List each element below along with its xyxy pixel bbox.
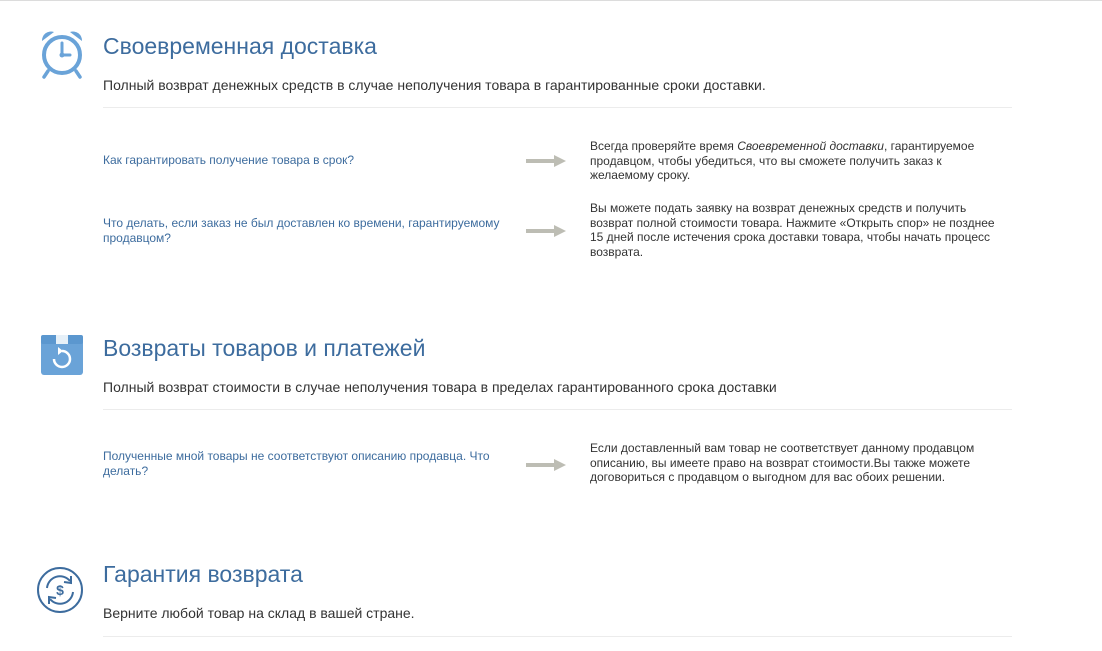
faq-answer-emphasis: Своевременной доставки bbox=[737, 139, 884, 153]
faq-answer: Всегда проверяйте время Своевременной до… bbox=[590, 139, 995, 183]
faq-answer-text: Всегда проверяйте время bbox=[590, 139, 738, 153]
section-divider bbox=[103, 107, 1012, 108]
arrow-right-icon bbox=[526, 154, 566, 167]
section-title: Возвраты товаров и платежей bbox=[103, 335, 426, 361]
arrow-right-icon bbox=[526, 458, 566, 471]
section-divider bbox=[103, 409, 1012, 410]
section-divider bbox=[103, 636, 1012, 637]
section-title: Своевременная доставка bbox=[103, 33, 377, 59]
faq-answer: Вы можете подать заявку на возврат денеж… bbox=[590, 201, 995, 259]
alarm-clock-icon bbox=[38, 28, 86, 79]
section-description: Полный возврат денежных средств в случае… bbox=[103, 77, 766, 93]
faq-question-link[interactable]: Полученные мной товары не соответствуют … bbox=[103, 449, 513, 479]
section-title: Гарантия возврата bbox=[103, 561, 303, 587]
faq-answer: Если доставленный вам товар не соответст… bbox=[590, 441, 975, 484]
return-box-icon bbox=[41, 333, 89, 381]
svg-text:$: $ bbox=[56, 582, 64, 598]
arrow-right-icon bbox=[526, 224, 566, 237]
faq-question-link[interactable]: Что делать, если заказ не был доставлен … bbox=[103, 216, 513, 246]
faq-question-link[interactable]: Как гарантировать получение товара в сро… bbox=[103, 153, 513, 168]
top-divider bbox=[0, 0, 1102, 1]
money-back-icon: $ bbox=[36, 566, 84, 614]
section-description: Полный возврат стоимости в случае неполу… bbox=[103, 379, 777, 395]
section-description: Верните любой товар на склад в вашей стр… bbox=[103, 605, 415, 621]
